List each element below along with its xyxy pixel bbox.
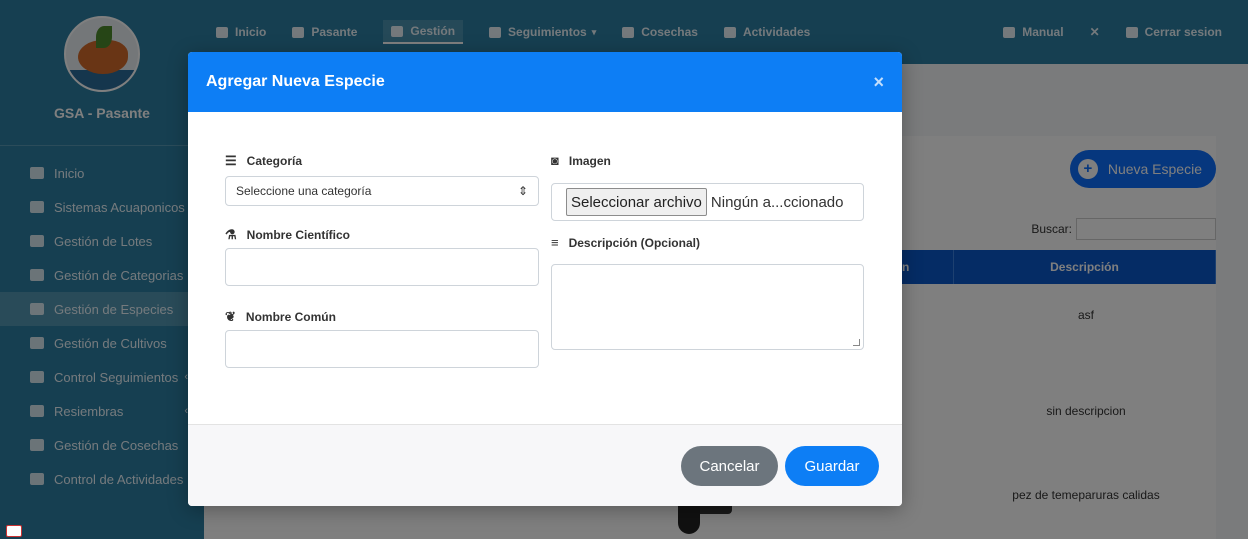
list-icon: ☰	[225, 153, 237, 168]
imagen-label: ◙ Imagen	[551, 153, 611, 168]
label-text: Descripción (Opcional)	[568, 235, 700, 250]
sort-arrows-icon: ⇕	[517, 184, 528, 198]
modal-body: ☰ Categoría Seleccione una categoría ⇕ ⚗ No…	[188, 112, 902, 424]
leaf-icon: ❦	[225, 309, 236, 324]
descripcion-label: ≡ Descripción (Opcional)	[551, 235, 700, 250]
modal-footer: Cancelar Guardar	[188, 424, 902, 506]
add-species-modal: Agregar Nueva Especie × ☰ Categoría Selec…	[188, 52, 902, 506]
file-status: Ningún a...ccionado	[710, 193, 844, 211]
label-text: Imagen	[568, 153, 611, 168]
pdf-icon[interactable]	[6, 525, 22, 537]
nombre-comun-input[interactable]	[225, 330, 539, 368]
camera-icon: ◙	[551, 153, 559, 168]
label-text: Categoría	[246, 154, 303, 168]
flask-icon: ⚗	[225, 227, 237, 242]
categoria-select[interactable]: Seleccione una categoría ⇕	[225, 176, 539, 206]
modal-header: Agregar Nueva Especie ×	[188, 52, 902, 112]
cancel-button[interactable]: Cancelar	[681, 446, 778, 486]
align-left-icon: ≡	[551, 235, 559, 250]
save-button[interactable]: Guardar	[785, 446, 879, 486]
imagen-file-input[interactable]: Seleccionar archivo Ningún a...ccionado	[551, 183, 864, 221]
resize-handle-icon[interactable]	[853, 339, 860, 346]
nombre-comun-label: ❦ Nombre Común	[225, 309, 336, 325]
descripcion-textarea[interactable]	[551, 264, 864, 350]
close-icon[interactable]: ×	[873, 72, 884, 93]
select-value: Seleccione una categoría	[236, 184, 372, 198]
modal-title: Agregar Nueva Especie	[206, 73, 385, 90]
nombre-cientifico-input[interactable]	[225, 248, 539, 286]
label-text: Nombre Común	[245, 310, 336, 324]
nombre-cientifico-label: ⚗ Nombre Científico	[225, 227, 350, 243]
choose-file-button[interactable]: Seleccionar archivo	[566, 188, 707, 216]
label-text: Nombre Científico	[246, 228, 350, 242]
categoria-label: ☰ Categoría	[225, 153, 302, 169]
